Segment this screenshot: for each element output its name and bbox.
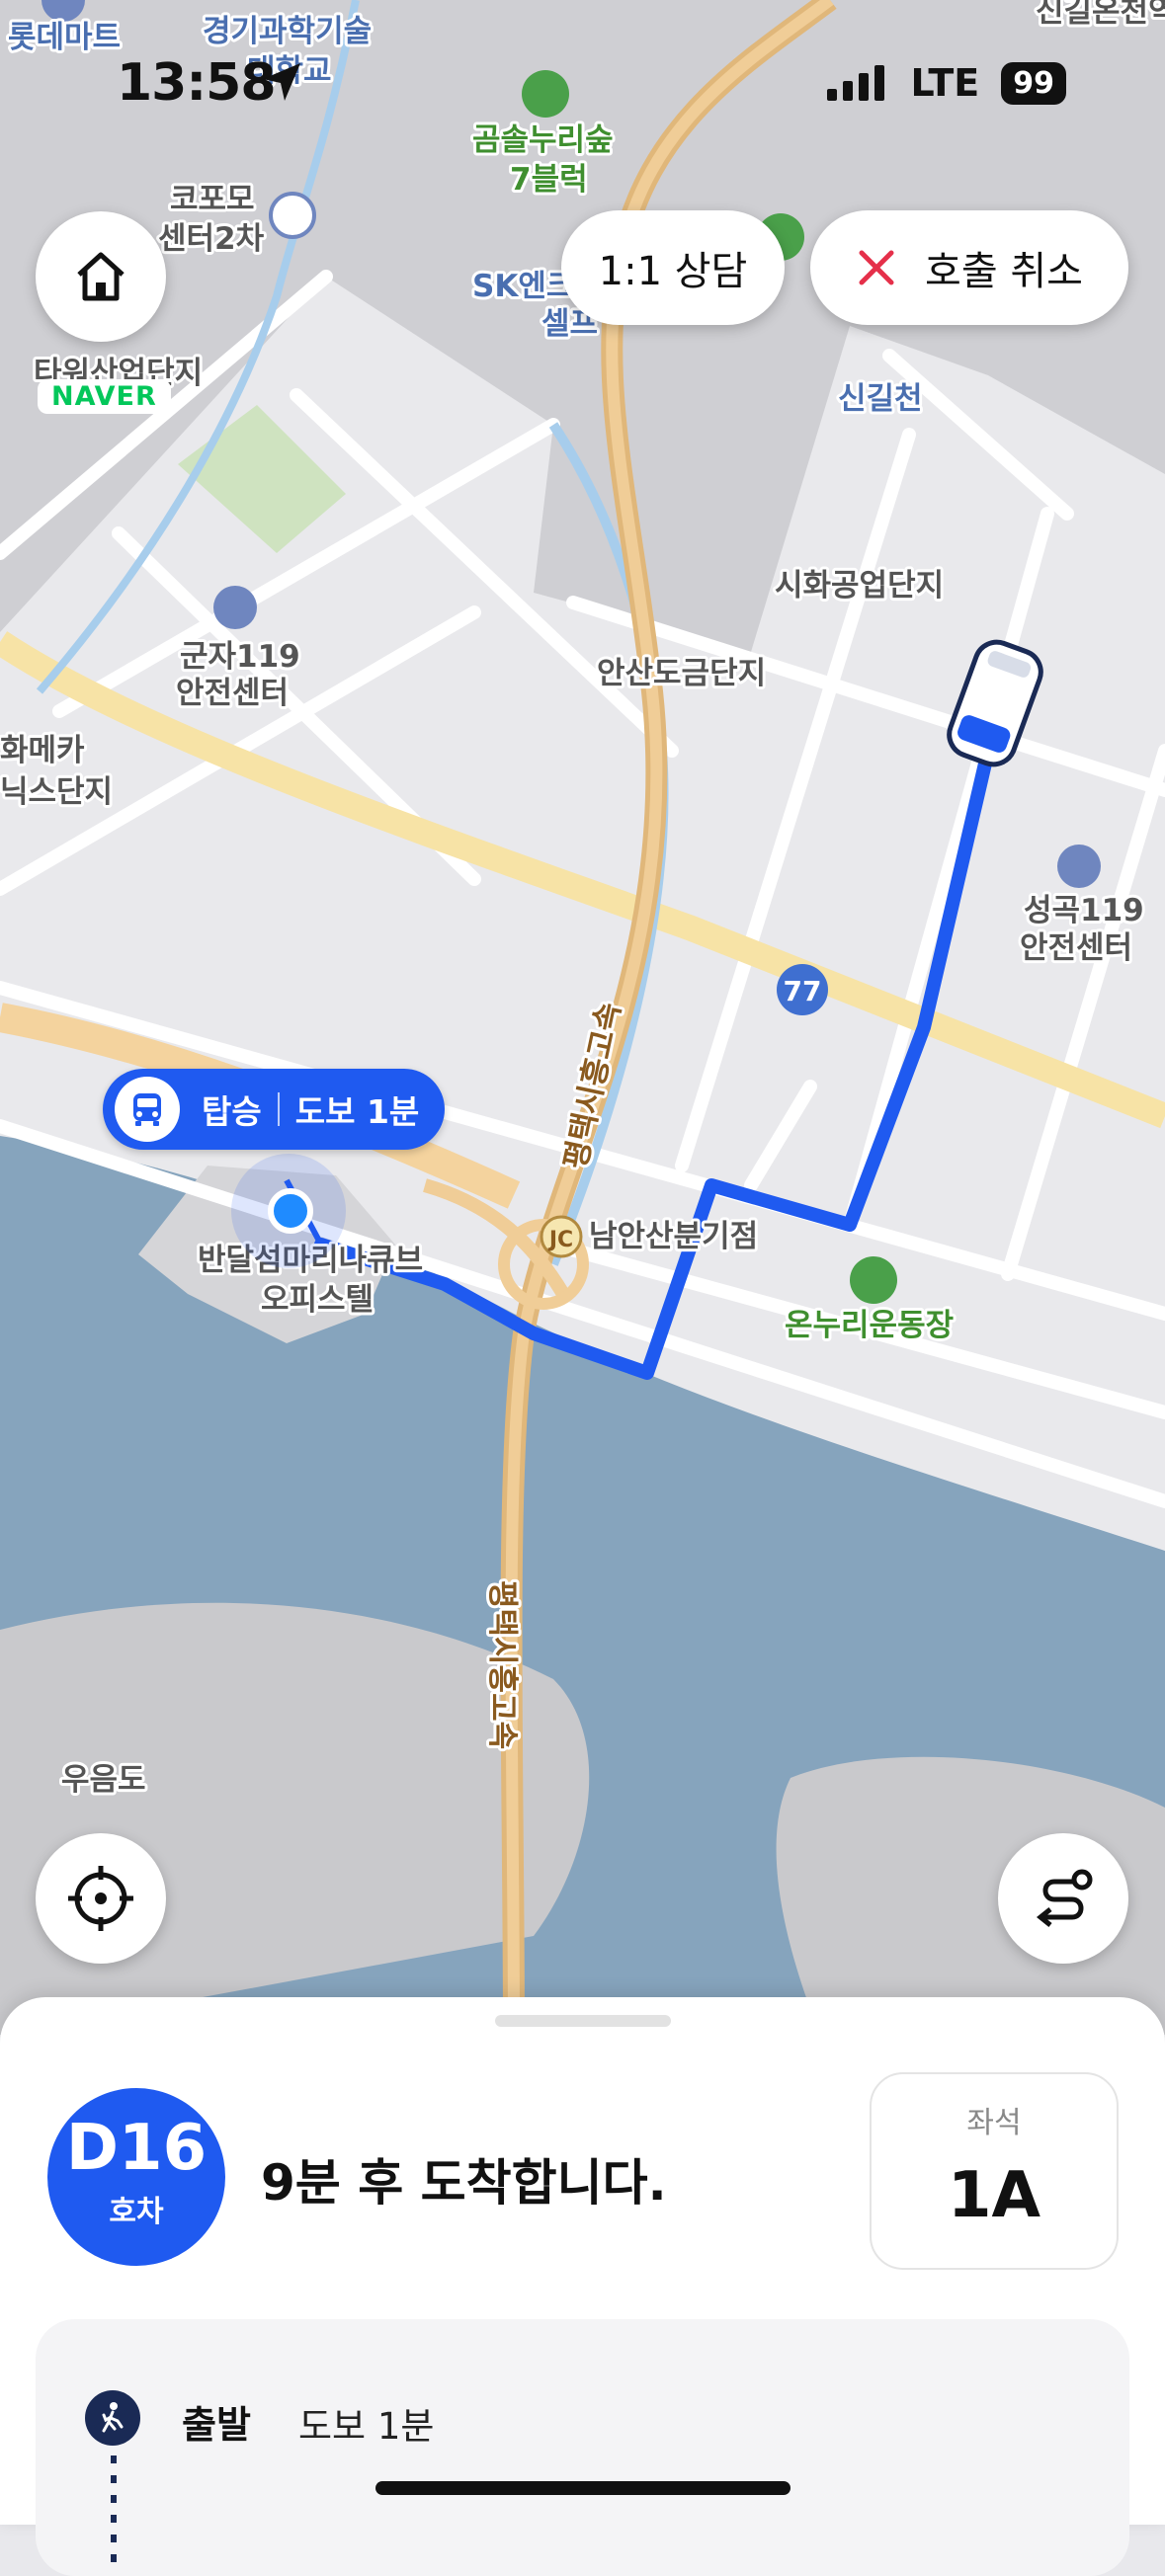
- recenter-button[interactable]: [36, 1833, 166, 1964]
- cancel-call-label: 호출 취소: [925, 249, 1083, 294]
- map-label-top-right: 신길온천역: [1036, 0, 1165, 30]
- map-label-seonggok-2: 안전센터: [1020, 930, 1132, 966]
- close-icon: [859, 250, 894, 285]
- map-label-gunja-1: 군자119: [180, 639, 300, 675]
- bottom-sheet[interactable]: D16 호차 9분 후 도착합니다. 좌석 1A 출발 도보 1분: [0, 1997, 1165, 2576]
- status-right: LTE 99: [827, 61, 1066, 105]
- map-label-kopomo-1: 코포모: [170, 182, 255, 217]
- battery-indicator: 99: [1001, 61, 1066, 105]
- map-label-singilcheon: 신길천: [838, 381, 923, 417]
- map-label-seonggok-1: 성곡119: [1024, 893, 1144, 928]
- home-icon: [77, 252, 125, 301]
- car-icon: [115, 1077, 180, 1142]
- pickup-divider: [277, 1092, 280, 1126]
- map-label-hwameka-2: 닉스단지: [0, 774, 113, 810]
- seat-value: 1A: [947, 2159, 1041, 2232]
- cancel-call-button[interactable]: 호출 취소: [810, 210, 1128, 325]
- consult-label: 1:1 상담: [598, 249, 748, 294]
- map-label-bandal-2: 오피스텔: [261, 1282, 374, 1318]
- step-detail: 도보 1분: [298, 2405, 435, 2448]
- arrival-message: 9분 후 도착합니다.: [261, 2154, 667, 2212]
- map-label-sihwa: 시화공업단지: [775, 568, 944, 604]
- step-connector: [111, 2455, 117, 2574]
- car-number: D16: [65, 2112, 208, 2185]
- consult-button[interactable]: 1:1 상담: [561, 210, 785, 325]
- map-label-gomsol-1: 곰솔누리숲: [472, 122, 614, 158]
- walk-icon: [85, 2390, 140, 2446]
- home-indicator: [375, 2481, 791, 2495]
- seat-card: 좌석 1A: [870, 2072, 1119, 2270]
- map-label-sk-1: SK엔크: [472, 269, 574, 304]
- map-label-gyeonggi-1: 경기과학기술: [203, 14, 372, 49]
- location-arrow-icon: [263, 63, 300, 101]
- map-label-ueumdo: 우음도: [61, 1762, 146, 1798]
- route-icon: [1036, 1869, 1093, 1927]
- car-number-badge: D16 호차: [47, 2088, 225, 2266]
- map-label-route-77: 77: [784, 975, 822, 1007]
- map-label-ansan-dogeum: 안산도금단지: [597, 656, 766, 691]
- network-type: LTE: [910, 61, 980, 105]
- status-time: 13:58: [117, 53, 277, 113]
- pickup-label: 탑승: [202, 1092, 262, 1131]
- sheet-handle[interactable]: [495, 2015, 671, 2027]
- pickup-walk-time: 도보 1분: [294, 1092, 420, 1131]
- crosshair-icon: [68, 1866, 133, 1931]
- step-label: 출발: [182, 2403, 251, 2447]
- route-overview-button[interactable]: [998, 1833, 1128, 1964]
- car-number-unit: 호차: [109, 2195, 164, 2229]
- home-button[interactable]: [36, 211, 166, 342]
- map-label-expressway-2: 평택시흥고속: [484, 1580, 520, 1749]
- naver-logo: NAVER: [38, 379, 171, 414]
- map-label-junction: 남안산분기점: [589, 1219, 758, 1254]
- map-label-jc: JC: [547, 1228, 573, 1252]
- map-label-gomsol-2: 7블럭: [510, 162, 588, 198]
- map-label-onnuri: 온누리운동장: [785, 1308, 954, 1343]
- map-label-lotte: 롯데마트: [8, 20, 121, 55]
- signal-icon: [827, 65, 885, 101]
- map-label-gunja-2: 안전센터: [176, 676, 289, 711]
- seat-title: 좌석: [966, 2106, 1022, 2140]
- map-label-hwameka-1: 화메카: [0, 733, 85, 768]
- pickup-bubble: 탑승 도보 1분: [103, 1069, 446, 1150]
- route-steps-card[interactable]: 출발 도보 1분: [36, 2319, 1129, 2576]
- map-label-kopomo-2: 센터2차: [158, 221, 265, 257]
- current-location-dot: [268, 1188, 313, 1234]
